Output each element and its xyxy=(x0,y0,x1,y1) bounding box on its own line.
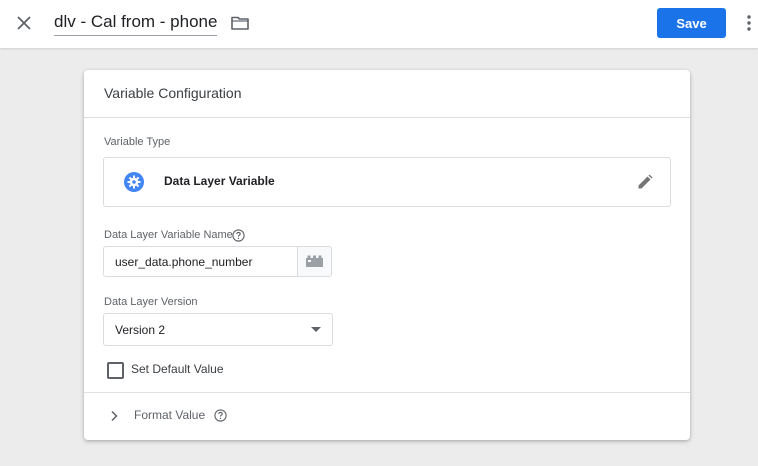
format-value-toggle[interactable]: Format Value xyxy=(84,393,690,440)
help-icon[interactable] xyxy=(232,229,245,242)
card-header: Variable Configuration xyxy=(84,70,690,118)
arrow-drop-down-icon xyxy=(311,327,321,332)
save-button[interactable]: Save xyxy=(657,8,726,38)
default-value-label[interactable]: Set Default Value xyxy=(131,362,224,376)
more-vert-icon[interactable] xyxy=(740,12,758,34)
variable-type-name: Data Layer Variable xyxy=(164,174,275,188)
help-icon[interactable] xyxy=(214,409,227,422)
dlv-version-label: Data Layer Version xyxy=(104,296,198,308)
pencil-icon[interactable] xyxy=(636,173,654,191)
dlv-name-label: Data Layer Variable Name xyxy=(104,229,233,241)
building-blocks-icon xyxy=(306,255,323,267)
folder-icon[interactable] xyxy=(230,13,250,33)
card-title: Variable Configuration xyxy=(104,85,242,101)
variable-configuration-card: Variable Configuration Variable Type Dat… xyxy=(84,70,690,440)
gear-icon xyxy=(123,171,145,193)
dlv-version-value: Version 2 xyxy=(115,323,166,337)
default-value-checkbox[interactable] xyxy=(107,362,124,379)
format-value-label: Format Value xyxy=(134,408,206,422)
top-bar: dlv - Cal from - phone Save xyxy=(0,0,758,48)
dlv-name-input[interactable]: user_data.phone_number xyxy=(103,246,297,277)
page-title[interactable]: dlv - Cal from - phone xyxy=(54,12,218,36)
variable-picker-button[interactable] xyxy=(297,246,332,277)
variable-type-label: Variable Type xyxy=(104,136,171,148)
chevron-right-icon xyxy=(109,409,119,422)
close-icon[interactable] xyxy=(12,11,36,35)
dlv-version-select[interactable]: Version 2 xyxy=(103,313,333,346)
variable-type-selector[interactable]: Data Layer Variable xyxy=(103,157,671,207)
